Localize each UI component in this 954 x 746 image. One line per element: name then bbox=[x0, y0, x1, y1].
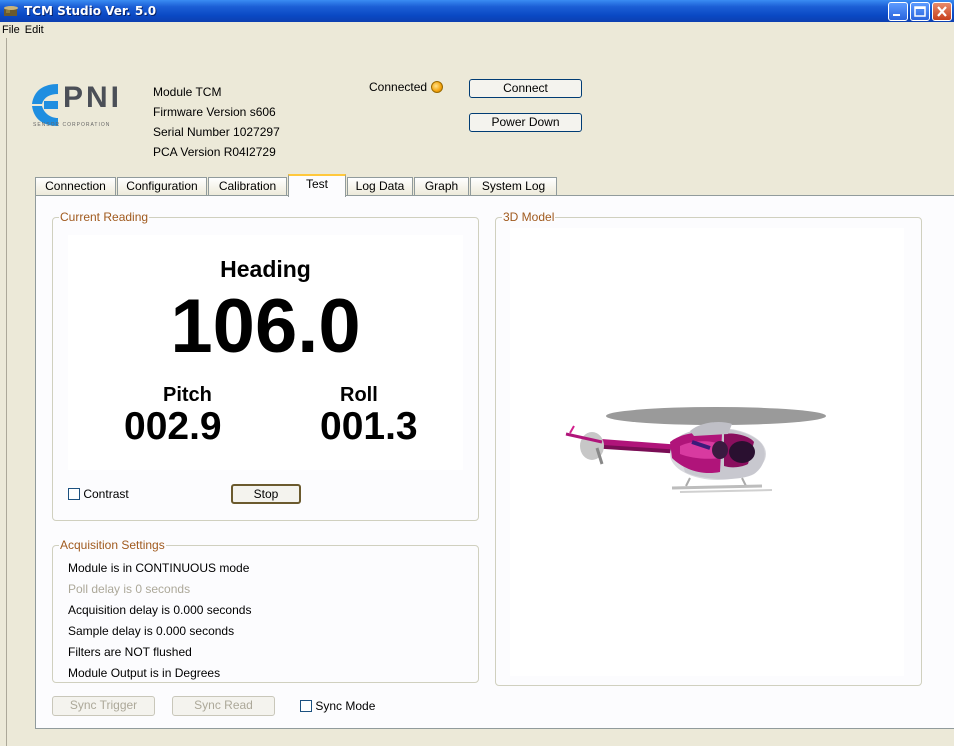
module-name: Module TCM bbox=[153, 85, 222, 99]
window-title: TCM Studio Ver. 5.0 bbox=[24, 4, 157, 18]
acquisition-settings-label: Acquisition Settings bbox=[59, 538, 166, 552]
connected-label: Connected bbox=[369, 80, 428, 94]
logo-brand-text: PNI bbox=[63, 81, 123, 114]
power-down-button[interactable]: Power Down bbox=[469, 113, 582, 132]
contrast-checkbox-row: Contrast bbox=[68, 486, 129, 501]
acq-sample-delay: Sample delay is 0.000 seconds bbox=[68, 624, 235, 638]
menu-file[interactable]: File bbox=[0, 24, 23, 36]
tab-connection[interactable]: Connection bbox=[35, 177, 116, 196]
sync-read-button[interactable]: Sync Read bbox=[172, 696, 275, 716]
tab-graph[interactable]: Graph bbox=[414, 177, 469, 196]
pitch-label: Pitch bbox=[163, 384, 212, 406]
close-icon bbox=[937, 6, 947, 17]
minimize-button[interactable] bbox=[888, 2, 908, 21]
sync-trigger-button[interactable]: Sync Trigger bbox=[52, 696, 155, 716]
connection-status: Connected bbox=[369, 80, 444, 94]
close-button[interactable] bbox=[932, 2, 952, 21]
contrast-label: Contrast bbox=[83, 486, 129, 501]
acq-output: Module Output is in Degrees bbox=[68, 666, 221, 680]
roll-value: 001.3 bbox=[320, 405, 418, 448]
sync-mode-label: Sync Mode bbox=[315, 698, 376, 713]
tab-test[interactable]: Test bbox=[288, 174, 346, 197]
pca-version: PCA Version R04I2729 bbox=[153, 145, 276, 159]
roll-label: Roll bbox=[340, 384, 378, 406]
acq-mode: Module is in CONTINUOUS mode bbox=[68, 561, 250, 575]
maximize-button[interactable] bbox=[910, 2, 930, 21]
firmware-version: Firmware Version s606 bbox=[153, 105, 276, 119]
logo-tagline: SENSOR CORPORATION bbox=[33, 122, 111, 128]
acq-poll-delay: Poll delay is 0 seconds bbox=[68, 582, 191, 596]
model-viewport[interactable] bbox=[510, 228, 904, 676]
status-led-icon bbox=[431, 81, 444, 93]
current-reading-label: Current Reading bbox=[59, 210, 150, 224]
pitch-value: 002.9 bbox=[124, 405, 222, 448]
pni-logo: PNI SENSOR CORPORATION bbox=[30, 80, 145, 130]
heading-label: Heading bbox=[220, 256, 311, 282]
contrast-checkbox[interactable] bbox=[68, 487, 80, 500]
title-bar: TCM Studio Ver. 5.0 bbox=[0, 0, 954, 22]
menu-edit[interactable]: Edit bbox=[23, 24, 47, 36]
serial-number: Serial Number 1027297 bbox=[153, 125, 280, 139]
acq-filters: Filters are NOT flushed bbox=[68, 645, 192, 659]
model-group-label: 3D Model bbox=[502, 210, 556, 224]
stop-button[interactable]: Stop bbox=[231, 484, 301, 504]
helicopter-model-icon bbox=[565, 407, 826, 493]
acq-acquisition-delay: Acquisition delay is 0.000 seconds bbox=[68, 603, 252, 617]
reading-display: Heading 106.0 Pitch 002.9 Roll 001.3 bbox=[68, 235, 463, 470]
app-icon bbox=[4, 6, 18, 16]
menu-bar: File Edit bbox=[0, 22, 954, 38]
sync-mode-row: Sync Mode bbox=[300, 698, 375, 713]
maximize-icon bbox=[914, 6, 926, 17]
device-info: Module TCM Firmware Version s606 Serial … bbox=[153, 82, 280, 162]
sync-mode-checkbox[interactable] bbox=[300, 699, 312, 712]
minimize-icon bbox=[893, 14, 900, 16]
tab-system-log[interactable]: System Log bbox=[470, 177, 557, 196]
tab-log-data[interactable]: Log Data bbox=[347, 177, 413, 196]
heading-value: 106.0 bbox=[170, 284, 361, 369]
connect-button[interactable]: Connect bbox=[469, 79, 582, 98]
tab-calibration[interactable]: Calibration bbox=[208, 177, 287, 196]
tab-configuration[interactable]: Configuration bbox=[117, 177, 207, 196]
